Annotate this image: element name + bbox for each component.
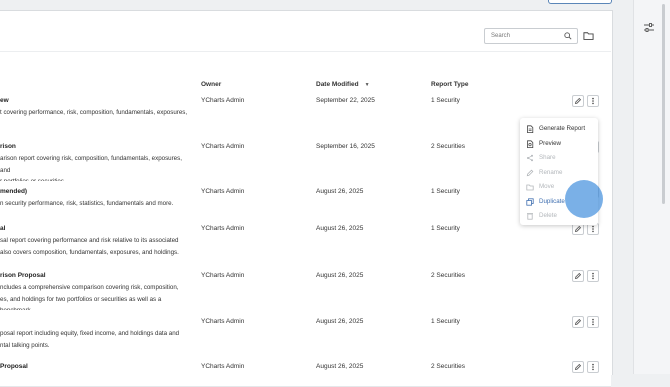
report-type-cell: 2 Securities bbox=[431, 363, 465, 370]
table-row[interactable]: rison Proposal ncludes a comprehensive co… bbox=[0, 264, 611, 314]
report-title[interactable]: rison Proposal bbox=[0, 272, 46, 279]
report-type-cell: 2 Securities bbox=[431, 143, 465, 150]
owner-cell: YCharts Admin bbox=[201, 143, 245, 150]
more-actions-button[interactable] bbox=[587, 270, 599, 282]
menu-item-share: Share bbox=[520, 151, 598, 165]
report-type-cell: 1 Security bbox=[431, 225, 460, 232]
edit-button[interactable] bbox=[572, 361, 584, 373]
date-modified-cell: August 26, 2025 bbox=[316, 225, 364, 232]
report-title[interactable]: ew bbox=[0, 97, 9, 104]
search-icon[interactable] bbox=[564, 32, 572, 40]
more-actions-button[interactable] bbox=[587, 361, 599, 373]
menu-item-label: Duplicate bbox=[539, 197, 565, 205]
report-description: sal report covering performance and risk… bbox=[0, 237, 179, 256]
menu-item-label: Delete bbox=[539, 212, 557, 219]
date-modified-cell: September 22, 2025 bbox=[316, 97, 375, 104]
table-row[interactable]: posal report including equity, fixed inc… bbox=[0, 310, 611, 357]
report-type-cell: 1 Security bbox=[431, 188, 460, 195]
owner-cell: YCharts Admin bbox=[201, 225, 245, 232]
owner-cell: YCharts Admin bbox=[201, 318, 245, 325]
menu-item-label: Generate Report bbox=[539, 125, 586, 132]
date-modified-cell: August 26, 2025 bbox=[316, 363, 364, 370]
trash-icon bbox=[527, 213, 533, 220]
preview-icon bbox=[527, 139, 534, 148]
report-description: n security performance, risk, statistics… bbox=[0, 200, 174, 207]
menu-item-label: Share bbox=[539, 154, 556, 161]
report-type-cell: 1 Security bbox=[431, 97, 460, 104]
menu-item-label: Move bbox=[539, 183, 555, 190]
date-modified-column-header[interactable]: Date Modified ▼ bbox=[316, 81, 370, 88]
menu-item-label: Preview bbox=[539, 139, 562, 147]
report-description: t covering performance, risk, compositio… bbox=[0, 109, 188, 116]
document-icon bbox=[527, 125, 534, 133]
edit-button[interactable] bbox=[572, 316, 584, 328]
reports-panel: Search Owner Date Modified ▼ Report Type … bbox=[0, 10, 613, 387]
report-title[interactable]: mended) bbox=[0, 188, 27, 195]
scrollbar-thumb[interactable] bbox=[662, 4, 665, 204]
more-actions-button[interactable] bbox=[587, 316, 599, 328]
menu-item-generate-report[interactable]: Generate Report bbox=[520, 122, 598, 136]
date-modified-cell: September 16, 2025 bbox=[316, 143, 375, 150]
edit-button[interactable] bbox=[572, 95, 584, 107]
table-row[interactable]: al sal report covering performance and ri… bbox=[0, 217, 611, 265]
owner-cell: YCharts Admin bbox=[201, 272, 245, 279]
menu-item-label: Rename bbox=[539, 168, 563, 176]
folder-icon bbox=[526, 184, 534, 191]
sort-desc-icon: ▼ bbox=[364, 82, 370, 88]
date-modified-cell: August 26, 2025 bbox=[316, 188, 364, 195]
menu-item-preview[interactable]: Preview bbox=[520, 137, 598, 151]
folder-icon[interactable] bbox=[583, 30, 594, 41]
duplicate-icon bbox=[526, 197, 534, 206]
filter-settings-icon[interactable] bbox=[643, 22, 655, 34]
report-type-column-header[interactable]: Report Type bbox=[431, 81, 468, 88]
divider bbox=[0, 51, 611, 52]
owner-cell: YCharts Admin bbox=[201, 363, 245, 370]
search-input[interactable]: Search bbox=[484, 28, 578, 44]
owner-cell: YCharts Admin bbox=[201, 97, 245, 104]
scrollbar[interactable] bbox=[660, 0, 668, 374]
owner-column-header[interactable]: Owner bbox=[201, 81, 221, 88]
search-placeholder: Search bbox=[491, 33, 511, 39]
more-actions-button[interactable] bbox=[587, 95, 599, 107]
report-title[interactable]: rison bbox=[0, 143, 16, 150]
date-modified-label: Date Modified bbox=[316, 81, 359, 88]
share-icon bbox=[527, 154, 533, 162]
report-title[interactable]: Proposal bbox=[0, 363, 28, 370]
table-row[interactable]: Proposal YCharts Admin August 26, 2025 2 Se… bbox=[0, 356, 611, 387]
report-type-cell: 2 Securities bbox=[431, 272, 465, 279]
menu-item-rename: Rename bbox=[520, 166, 598, 180]
date-modified-cell: August 26, 2025 bbox=[316, 272, 364, 279]
date-modified-cell: August 26, 2025 bbox=[316, 318, 364, 325]
report-title[interactable]: al bbox=[0, 225, 5, 232]
top-action-button[interactable] bbox=[548, 0, 612, 4]
click-indicator bbox=[565, 180, 603, 218]
edit-button[interactable] bbox=[572, 270, 584, 282]
pencil-icon bbox=[526, 169, 534, 176]
report-description: posal report including equity, fixed inc… bbox=[0, 330, 180, 349]
owner-cell: YCharts Admin bbox=[201, 188, 245, 195]
report-type-cell: 1 Security bbox=[431, 318, 460, 325]
